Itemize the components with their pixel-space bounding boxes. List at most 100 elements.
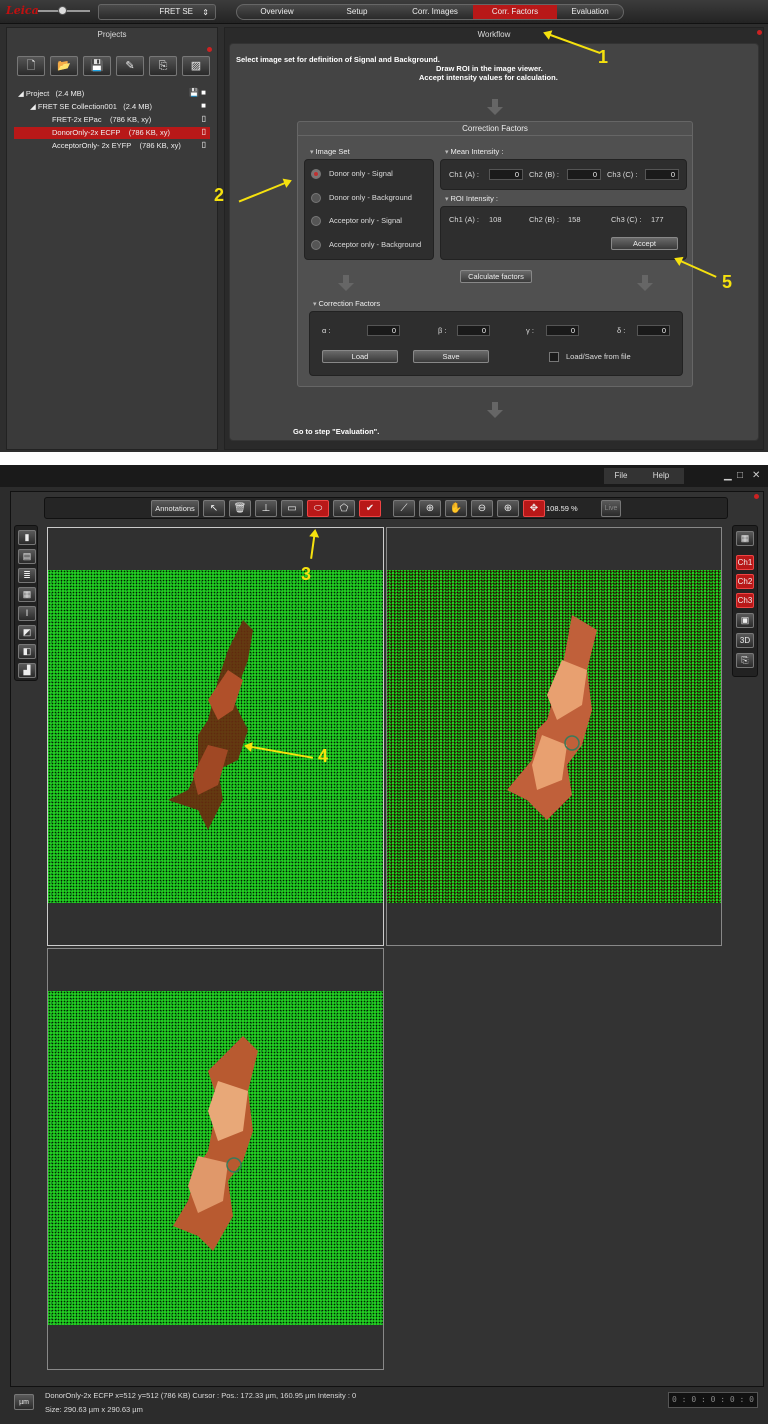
radio-acceptor-signal[interactable]: Acceptor only - Signal [311, 213, 402, 229]
experiment-select[interactable]: FRET SE ⇕ [98, 4, 216, 20]
fit-tool[interactable]: ✥ [523, 500, 545, 517]
export-view-button[interactable]: ⎘ [736, 653, 754, 668]
line-tool[interactable]: ⊥ [255, 500, 277, 517]
step-corr-images[interactable]: Corr. Images [397, 5, 473, 19]
mean-ch2-field[interactable]: 0 [567, 169, 601, 180]
annotations-button[interactable]: Annotations [151, 500, 199, 517]
export-button[interactable]: ⎘ [149, 56, 177, 76]
mean-intensity-header[interactable]: Mean Intensity : [445, 147, 503, 156]
annotation-5: 5 [722, 272, 733, 292]
panel-pin-icon[interactable] [207, 47, 212, 52]
menu-file[interactable]: File [604, 468, 638, 484]
load-button[interactable]: Load [322, 350, 398, 363]
histogram-tool[interactable]: ▟ [18, 663, 36, 678]
down-arrow-icon [338, 275, 354, 291]
fluorescence-image-ch3[interactable] [48, 991, 383, 1325]
open-project-button[interactable]: 📂 [50, 56, 78, 76]
beta-field[interactable]: 0 [457, 325, 490, 336]
save-project-button[interactable]: 💾 [83, 56, 111, 76]
folder-open-icon: 📂 [57, 60, 71, 72]
accept-button[interactable]: Accept [611, 237, 678, 250]
zoom-in-tool[interactable]: ⊕ [497, 500, 519, 517]
tree-item-donor[interactable]: DonorOnly-2x ECFP (786 KB, xy) [14, 127, 210, 139]
pan-tool[interactable]: ✋ [445, 500, 467, 517]
cell-shape [173, 1036, 258, 1251]
step-setup[interactable]: Setup [317, 5, 397, 19]
ch3-button[interactable]: Ch3 [736, 593, 754, 608]
mean-ch1-field[interactable]: 0 [489, 169, 523, 180]
contrast-tool[interactable]: ◧ [18, 644, 36, 659]
3d-button[interactable]: 3D [736, 633, 754, 648]
radio-donor-signal[interactable]: Donor only - Signal [311, 166, 393, 182]
close-icon[interactable]: ✕ [752, 470, 760, 481]
step-overview[interactable]: Overview [237, 5, 317, 19]
roi-ch3-value: 177 [651, 215, 664, 224]
ch1-button[interactable]: Ch1 [736, 555, 754, 570]
radio-acceptor-background[interactable]: Acceptor only - Background [311, 237, 421, 253]
save-small-icon[interactable]: 💾 ■ [189, 88, 206, 97]
chevron-updown-icon: ⇕ [202, 8, 209, 17]
instruction-line2: Draw ROI in the image viewer. [436, 64, 543, 73]
crosshair-tool[interactable]: ⊕ [419, 500, 441, 517]
layout-button[interactable]: ▦ [736, 531, 754, 546]
panel-pin-icon[interactable] [754, 494, 759, 499]
mean-ch2-label: Ch2 (B) : [529, 170, 560, 179]
radio-donor-background[interactable]: Donor only - Background [311, 190, 412, 206]
unit-button[interactable]: µm [14, 1394, 34, 1410]
lut-tool[interactable]: ◩ [18, 625, 36, 640]
zoom-out-tool[interactable]: ⊖ [471, 500, 493, 517]
roi-intensity-header[interactable]: ROI Intensity : [445, 194, 498, 203]
load-save-file-checkbox[interactable] [549, 352, 559, 362]
fluorescence-image-ch2[interactable] [387, 570, 721, 903]
mean-ch1-label: Ch1 (A) : [449, 170, 480, 179]
image-view-button[interactable]: ▨ [182, 56, 210, 76]
text-tool[interactable]: I [18, 606, 36, 621]
step-evaluation[interactable]: Evaluation [557, 5, 623, 19]
tree-item-fret[interactable]: FRET-2x EPac (786 KB, xy) [52, 114, 151, 126]
save-button[interactable]: Save [413, 350, 489, 363]
cell-shape [168, 620, 253, 830]
live-button[interactable]: Live [601, 500, 621, 517]
delta-field[interactable]: 0 [637, 325, 670, 336]
status-image-info: DonorOnly-2x ECFP x=512 y=512 (786 KB) C… [45, 1391, 357, 1400]
stack-tool[interactable]: ≣ [18, 568, 36, 583]
zoom-level: 108.59 % [546, 504, 578, 513]
mean-ch3-field[interactable]: 0 [645, 169, 679, 180]
gallery-icon: ▦ [22, 589, 32, 599]
left-tool-strip: ▮ ▤ ≣ ▦ I ◩ ◧ ▟ [14, 525, 38, 681]
menu-help[interactable]: Help [638, 468, 684, 484]
calculate-factors-button[interactable]: Calculate factors [460, 270, 532, 283]
image-set-header[interactable]: Image Set [310, 147, 349, 156]
gallery-tool[interactable]: ▦ [18, 587, 36, 602]
channel-tool[interactable]: ▮ [18, 530, 36, 545]
alpha-field[interactable]: 0 [367, 325, 400, 336]
down-arrow-icon [637, 275, 653, 291]
step-corr-factors[interactable]: Corr. Factors [473, 5, 557, 19]
tree-item-acceptor[interactable]: AcceptorOnly- 2x EYFP (786 KB, xy) [52, 140, 181, 152]
new-project-button[interactable]: 🗋 [17, 56, 45, 76]
annotation-4: 4 [318, 746, 329, 766]
ch2-button[interactable]: Ch2 [736, 574, 754, 589]
rectangle-tool[interactable]: ▭ [281, 500, 303, 517]
goto-evaluation-text: Go to step "Evaluation". [293, 427, 380, 436]
snapshot-button[interactable]: ▣ [736, 613, 754, 628]
roi-check-tool[interactable]: ✔ [359, 500, 381, 517]
ml-tool[interactable]: ▤ [18, 549, 36, 564]
polygon-tool[interactable]: ⬠ [333, 500, 355, 517]
tree-item-project[interactable]: ◢ Project (2.4 MB) [18, 88, 84, 100]
minimize-icon[interactable]: ▁ [724, 470, 732, 481]
correction-factors-header[interactable]: Correction Factors [313, 299, 380, 308]
ellipse-tool[interactable]: ⬭ [307, 500, 329, 517]
measure-tool[interactable]: ⟋ [393, 500, 415, 517]
rename-button[interactable]: ✎ [116, 56, 144, 76]
tree-item-collection[interactable]: ◢ FRET SE Collection001 (2.4 MB) [30, 101, 152, 113]
delete-tool[interactable]: 🗑 [229, 500, 251, 517]
camera-icon: ▣ [740, 615, 750, 625]
gamma-field[interactable]: 0 [546, 325, 579, 336]
annotation-1: 1 [598, 47, 609, 67]
maximize-icon[interactable]: □ [737, 470, 743, 481]
fluorescence-image-ch1[interactable] [48, 570, 383, 903]
brightness-slider-handle[interactable] [58, 6, 67, 15]
panel-pin-icon[interactable] [757, 30, 762, 35]
pointer-tool[interactable]: ↖ [203, 500, 225, 517]
